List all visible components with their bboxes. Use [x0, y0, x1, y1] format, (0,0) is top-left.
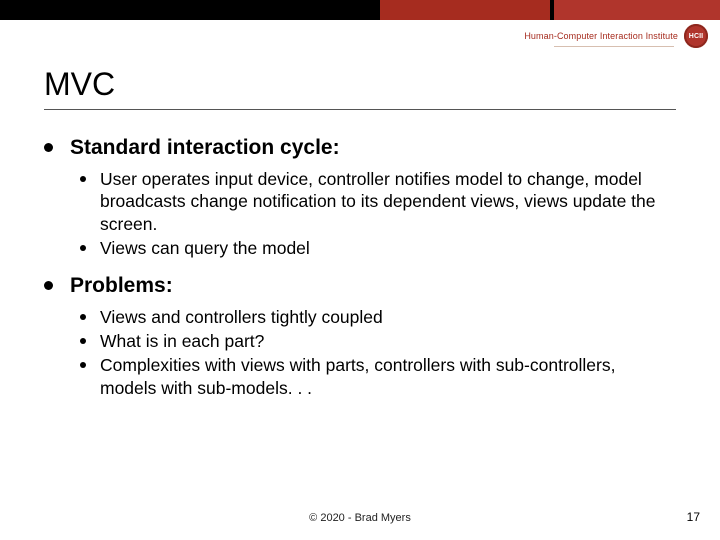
- slide-body: MVC Standard interaction cycle: User ope…: [44, 66, 676, 413]
- section-item: Standard interaction cycle: User operate…: [44, 136, 676, 260]
- top-bar-accent2: [554, 0, 720, 20]
- bullet-list-level1: Standard interaction cycle: User operate…: [44, 136, 676, 399]
- section-heading: Standard interaction cycle:: [70, 136, 340, 159]
- top-bar-accent: [380, 0, 550, 20]
- bullet-list-level2: Views and controllers tightly coupled Wh…: [70, 306, 676, 400]
- footer-copyright: © 2020 - Brad Myers: [0, 512, 720, 524]
- institute-label: Human-Computer Interaction Institute: [524, 31, 678, 41]
- list-item: Complexities with views with parts, cont…: [70, 354, 676, 399]
- section-heading: Problems:: [70, 274, 173, 297]
- hcii-logo-icon: HCII: [684, 24, 708, 48]
- title-rule: [44, 109, 676, 110]
- top-bar: [0, 0, 720, 20]
- section-item: Problems: Views and controllers tightly …: [44, 274, 676, 400]
- bullet-list-level2: User operates input device, controller n…: [70, 168, 676, 260]
- list-item: Views and controllers tightly coupled: [70, 306, 676, 328]
- institute-divider: [554, 46, 674, 47]
- slide-title: MVC: [44, 66, 676, 103]
- list-item: User operates input device, controller n…: [70, 168, 676, 235]
- page-number: 17: [687, 510, 700, 524]
- list-item: What is in each part?: [70, 330, 676, 352]
- institute-branding: Human-Computer Interaction Institute HCI…: [524, 24, 708, 48]
- list-item: Views can query the model: [70, 237, 676, 259]
